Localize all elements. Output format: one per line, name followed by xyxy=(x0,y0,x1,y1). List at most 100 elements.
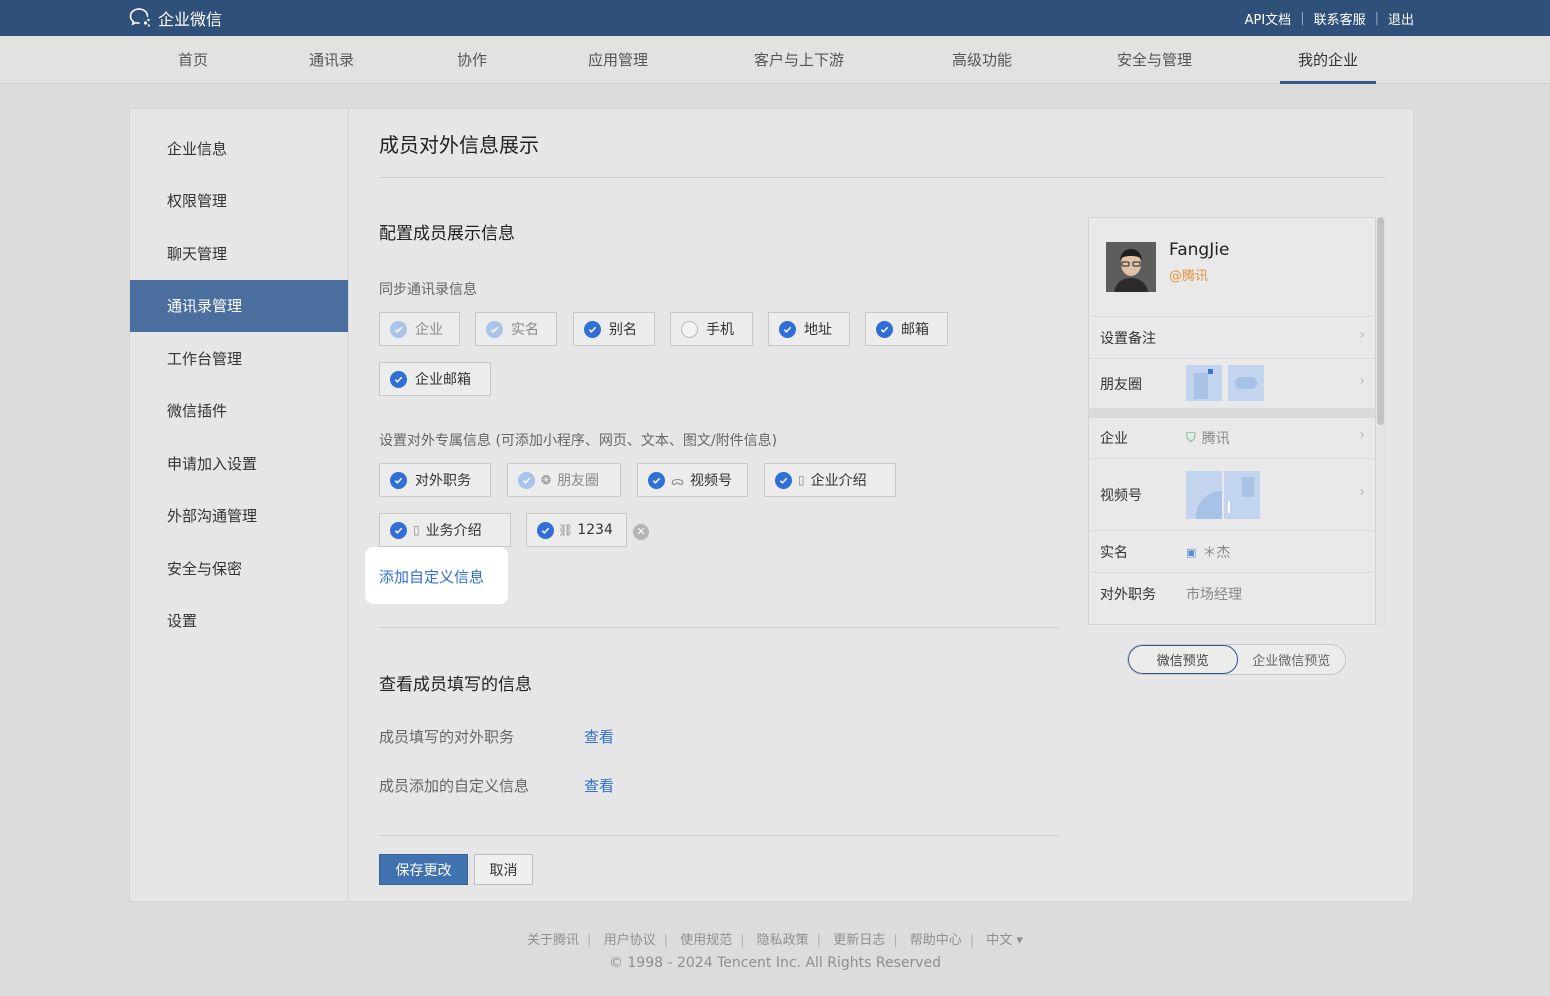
moments-thumbnail-icon xyxy=(1186,365,1222,401)
cancel-button[interactable]: 取消 xyxy=(474,854,533,885)
divider xyxy=(379,835,1059,836)
footer-link-agreement[interactable]: 用户协议 xyxy=(604,933,656,948)
remove-custom-icon[interactable]: ✕ xyxy=(633,524,649,540)
document-icon: ▯ xyxy=(413,523,420,537)
check-icon xyxy=(537,521,554,539)
preview-row-moments[interactable]: 朋友圈 › xyxy=(1089,358,1375,408)
preview-row-channels[interactable]: 视频号 › xyxy=(1089,458,1375,530)
contact-support-link[interactable]: 联系客服 xyxy=(1314,9,1366,28)
footer-link-usage[interactable]: 使用规范 xyxy=(680,933,732,948)
check-icon xyxy=(648,471,665,489)
nav-security[interactable]: 安全与管理 xyxy=(1117,36,1192,84)
preview-mode-toggle: 微信预览 企业微信预览 xyxy=(1127,644,1346,675)
channels-thumbnail-icon xyxy=(1186,471,1222,519)
nav-home[interactable]: 首页 xyxy=(178,36,208,84)
main-nav: 首页 通讯录 协作 应用管理 客户与上下游 高级功能 安全与管理 我的企业 xyxy=(0,36,1550,84)
sync-option-email[interactable]: 邮箱 xyxy=(865,312,948,346)
link-icon: ⛓ xyxy=(558,523,574,537)
view-row-label-title: 成员填写的对外职务 xyxy=(379,728,515,746)
exclusive-option-moments[interactable]: ❂ 朋友圈 xyxy=(507,463,621,497)
avatar xyxy=(1106,242,1156,292)
preview-row-remark[interactable]: 设置备注 › xyxy=(1089,316,1375,358)
logout-link[interactable]: 退出 xyxy=(1388,9,1414,28)
sidebar-item-chat[interactable]: 聊天管理 xyxy=(130,228,348,280)
exclusive-option-business-intro[interactable]: ▯ 业务介绍 xyxy=(379,513,511,547)
preview-row-enterprise[interactable]: 企业 ⛉ 腾讯 › xyxy=(1089,418,1375,458)
verified-shield-icon: ⛉ xyxy=(1186,430,1196,446)
channels-icon: ᯅ xyxy=(671,473,684,488)
exclusive-option-channels[interactable]: ᯅ 视频号 xyxy=(637,463,748,497)
sync-option-mobile[interactable]: 手机 xyxy=(670,312,753,346)
wechat-preview-tab[interactable]: 微信预览 xyxy=(1128,645,1238,674)
preview-name: FangJie xyxy=(1169,240,1230,260)
sync-option-alias[interactable]: 别名 xyxy=(573,312,655,346)
save-button[interactable]: 保存更改 xyxy=(379,854,468,885)
footer-link-privacy[interactable]: 隐私政策 xyxy=(757,933,809,948)
logo-text: 企业微信 xyxy=(158,10,223,29)
check-icon xyxy=(390,320,407,338)
id-card-icon: ▣ xyxy=(1186,545,1197,559)
check-icon xyxy=(876,320,893,338)
view-title-link[interactable]: 查看 xyxy=(584,726,614,747)
nav-my-enterprise[interactable]: 我的企业 xyxy=(1279,36,1377,84)
view-custom-link[interactable]: 查看 xyxy=(584,775,614,796)
logo[interactable]: 企业微信 xyxy=(128,6,222,30)
preview-row-real-name: 实名 ▣ ＊杰 xyxy=(1089,530,1375,572)
top-bar: 企业微信 API文档 | 联系客服 | 退出 xyxy=(0,0,1550,36)
unchecked-circle-icon xyxy=(681,320,698,338)
nav-app-management[interactable]: 应用管理 xyxy=(588,36,648,84)
preview-org: @腾讯 xyxy=(1169,269,1209,284)
exclusive-option-enterprise-intro[interactable]: ▯ 企业介绍 xyxy=(764,463,896,497)
footer-link-about[interactable]: 关于腾讯 xyxy=(527,933,579,948)
footer-link-changelog[interactable]: 更新日志 xyxy=(833,933,885,948)
sidebar-item-external-communication[interactable]: 外部沟通管理 xyxy=(130,490,348,542)
divider xyxy=(379,627,1059,628)
check-icon xyxy=(779,320,796,338)
exclusive-label: 设置对外专属信息 (可添加小程序、网页、文本、图文/附件信息) xyxy=(379,433,778,449)
check-icon xyxy=(390,370,407,388)
wecom-preview-tab[interactable]: 企业微信预览 xyxy=(1238,645,1346,674)
channels-thumbnail-icon xyxy=(1224,471,1260,519)
preview-scrollbar[interactable] xyxy=(1376,217,1385,625)
view-section-title: 查看成员填写的信息 xyxy=(379,675,532,695)
sidebar-item-contacts-management[interactable]: 通讯录管理 xyxy=(130,280,348,332)
sidebar-item-join-settings[interactable]: 申请加入设置 xyxy=(130,438,348,490)
moments-thumbnail-icon xyxy=(1228,365,1264,401)
add-custom-highlight: 添加自定义信息 xyxy=(365,547,508,604)
chevron-right-icon: › xyxy=(1359,427,1365,443)
sidebar-item-enterprise-info[interactable]: 企业信息 xyxy=(130,123,348,175)
api-docs-link[interactable]: API文档 xyxy=(1245,9,1292,28)
copyright: © 1998 - 2024 Tencent Inc. All Rights Re… xyxy=(608,955,942,971)
scrollbar-thumb[interactable] xyxy=(1377,217,1384,425)
sync-option-real-name[interactable]: 实名 xyxy=(475,312,557,346)
page-title: 成员对外信息展示 xyxy=(379,133,539,157)
config-section-title: 配置成员展示信息 xyxy=(379,224,515,244)
footer-links: 关于腾讯 | 用户协议 | 使用规范 | 隐私政策 | 更新日志 | 帮助中心 | 中文 ▾ xyxy=(527,933,1023,948)
language-select[interactable]: 中文 ▾ xyxy=(986,933,1023,948)
document-icon: ▯ xyxy=(798,473,805,487)
nav-collaboration[interactable]: 协作 xyxy=(457,36,487,84)
exclusive-option-external-title[interactable]: 对外职务 xyxy=(379,463,491,497)
sync-option-enterprise-email[interactable]: 企业邮箱 xyxy=(379,362,491,396)
nav-advanced[interactable]: 高级功能 xyxy=(952,36,1012,84)
view-row-label-custom: 成员添加的自定义信息 xyxy=(379,777,530,795)
sync-option-address[interactable]: 地址 xyxy=(768,312,850,346)
chevron-right-icon: › xyxy=(1359,484,1365,500)
sidebar-item-permissions[interactable]: 权限管理 xyxy=(130,175,348,227)
sidebar-item-security-privacy[interactable]: 安全与保密 xyxy=(130,543,348,595)
nav-customers[interactable]: 客户与上下游 xyxy=(754,36,844,84)
sidebar-item-settings[interactable]: 设置 xyxy=(130,595,348,647)
add-custom-info-link[interactable]: 添加自定义信息 xyxy=(379,566,484,587)
chevron-right-icon: › xyxy=(1359,327,1365,343)
sync-option-enterprise[interactable]: 企业 xyxy=(379,312,460,346)
sidebar-item-workbench[interactable]: 工作台管理 xyxy=(130,333,348,385)
check-icon xyxy=(390,471,407,489)
preview-row-external-title: 对外职务 市场经理 xyxy=(1089,572,1375,614)
check-icon xyxy=(518,471,535,489)
sidebar-item-wechat-plugin[interactable]: 微信插件 xyxy=(130,385,348,437)
main-panel: 成员对外信息展示 配置成员展示信息 同步通讯录信息 企业 实名 别名 手机 地址… xyxy=(350,109,1413,901)
exclusive-option-custom-link[interactable]: ⛓ 1234 xyxy=(526,513,627,547)
nav-contacts[interactable]: 通讯录 xyxy=(309,36,354,84)
content-card: 企业信息 权限管理 聊天管理 通讯录管理 工作台管理 微信插件 申请加入设置 外… xyxy=(129,108,1414,902)
footer-link-help[interactable]: 帮助中心 xyxy=(910,933,962,948)
